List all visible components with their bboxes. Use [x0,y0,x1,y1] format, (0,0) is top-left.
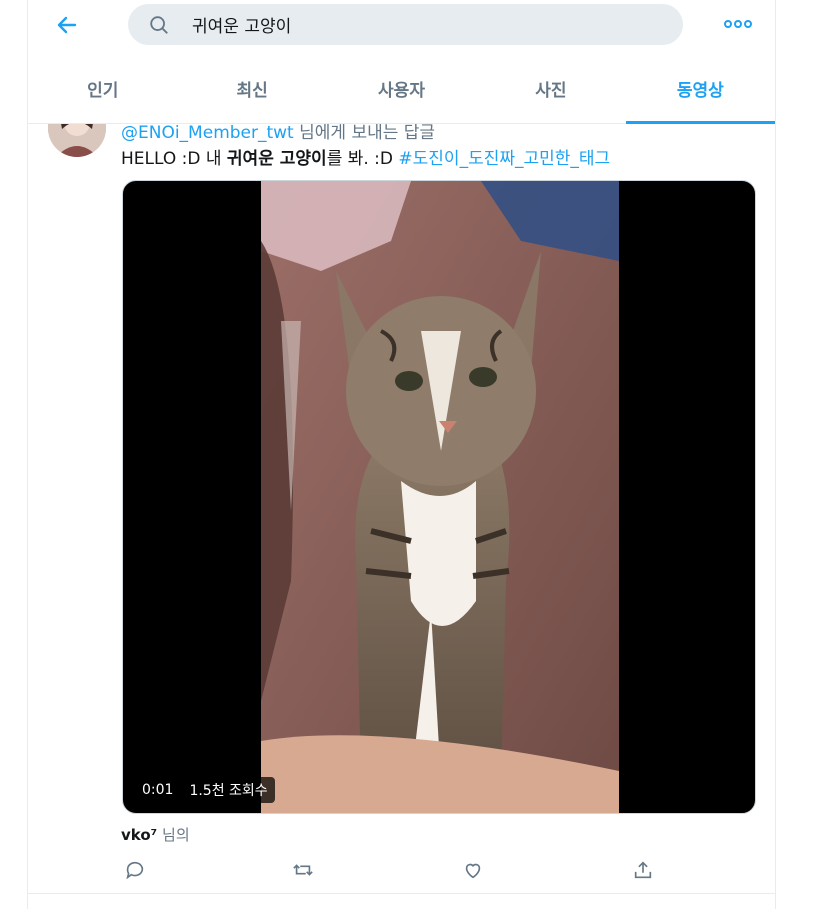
more-button[interactable] [718,12,758,36]
attribution-suffix: 님의 [162,826,190,844]
tab-videos[interactable]: 동영상 [625,62,776,124]
tweet-text-highlight: 귀여운 고양이 [226,149,327,169]
video-time: 0:01 [142,782,174,798]
tab-popular[interactable]: 인기 [28,62,177,124]
tab-latest[interactable]: 최신 [177,62,326,124]
share-icon[interactable] [629,856,657,884]
tweet[interactable]: @ENOi_Member_twt 님에게 보내는 답글 HELLO :D 내 귀… [28,99,775,894]
timeline-column: @ENOi_Member_twt 님에게 보내는 답글 HELLO :D 내 귀… [27,0,776,909]
search-tabs: 인기 최신 사용자 사진 동영상 [28,62,776,124]
tab-people[interactable]: 사용자 [327,62,476,124]
like-icon[interactable] [459,856,487,884]
search-header: 인기 최신 사용자 사진 동영상 [28,0,776,124]
arrow-left-icon [57,16,77,34]
video-views: 1.5천 조회수 [189,783,268,799]
search-box[interactable] [128,4,683,45]
tab-photos[interactable]: 사진 [476,62,625,124]
video-thumbnail [261,181,619,813]
video-attribution: vko⁷ 님의 [121,824,190,845]
tweet-actions [121,856,681,886]
reply-suffix: 님에게 보내는 답글 [299,123,436,143]
search-icon [150,16,168,34]
tweet-text-part: HELLO :D 내 [121,149,227,169]
hashtag-link[interactable]: #도진이_도진짜_고민한_태그 [398,149,610,169]
retweet-icon[interactable] [289,856,317,884]
tweet-text-part: 를 봐. :D [326,149,399,169]
video-player[interactable]: 0:01 1.5천 조회수 [122,180,756,814]
tweet-text: HELLO :D 내 귀여운 고양이를 봐. :D #도진이_도진짜_고민한_태… [121,144,610,169]
video-info-badge: 0:01 1.5천 조회수 [135,777,275,803]
search-input[interactable] [192,4,662,45]
reply-icon[interactable] [121,856,149,884]
back-button[interactable] [50,10,84,40]
more-dots-icon [724,20,752,28]
attribution-user-link[interactable]: vko⁷ [121,826,157,844]
reply-mention-link[interactable]: @ENOi_Member_twt [121,123,294,143]
